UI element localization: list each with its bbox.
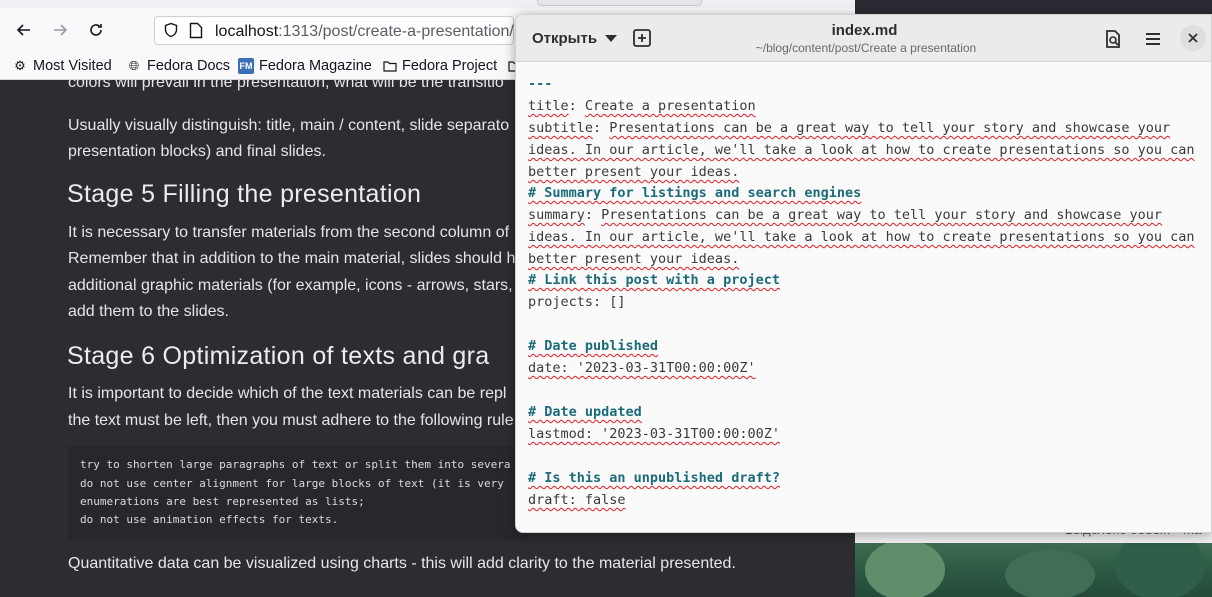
code-line: do not use center alignment for large bl… bbox=[80, 477, 504, 490]
editor-comment-line: # Summary for listings and search engine… bbox=[528, 185, 862, 201]
yaml-key: title bbox=[528, 98, 569, 114]
folder-icon bbox=[383, 61, 397, 72]
paragraph-line: the text must be left, then you must adh… bbox=[68, 412, 514, 429]
paragraph-line: Usually visually distinguish: title, mai… bbox=[68, 117, 510, 134]
bookmark-label: Fedora Magazine bbox=[259, 58, 372, 74]
paragraph-line: It is important to decide which of the t… bbox=[68, 385, 507, 402]
paragraph-line: additional graphic materials (for exampl… bbox=[68, 277, 513, 294]
code-line: enumerations are best represented as lis… bbox=[80, 495, 365, 508]
paragraph-fragment: colors will prevail in the presentation,… bbox=[68, 80, 504, 91]
page-icon[interactable] bbox=[189, 22, 203, 39]
editor-line: subtitle: Presentations can be a great w… bbox=[528, 120, 1171, 136]
paragraph-line: Remember that in addition to the main ma… bbox=[68, 250, 516, 267]
editor-line: draft: false bbox=[528, 492, 626, 508]
document-search-icon bbox=[1106, 30, 1120, 48]
editor-text-area[interactable]: --- title: Create a presentation subtitl… bbox=[516, 62, 1211, 532]
gear-icon: ⚙ bbox=[14, 58, 26, 73]
editor-comment-line: # Date updated bbox=[528, 404, 642, 420]
code-line: try to shorten large paragraphs of text … bbox=[80, 458, 511, 471]
editor-line: ideas. In our article, we'll take a look… bbox=[528, 142, 1195, 158]
editor-headerbar: Открыть index.md ~/blog/content/post/Cre… bbox=[516, 15, 1211, 62]
globe-icon: 🌐︎ bbox=[128, 58, 140, 73]
yaml-value: Presentations can be a great way to tell… bbox=[601, 207, 1162, 223]
url-path: :1313/post/create-a-presentation/ bbox=[278, 23, 514, 40]
paragraph-line: Quantitative data can be visualized usin… bbox=[68, 555, 736, 572]
editor-line: summary: Presentations can be a great wa… bbox=[528, 207, 1162, 223]
editor-line: date: '2023-03-31T00:00:00Z' bbox=[528, 360, 756, 376]
arrow-right-icon bbox=[54, 24, 68, 36]
heading-stage-5: Stage 5 Filling the presentation bbox=[67, 180, 422, 208]
paragraph-line: add them to the slides. bbox=[68, 303, 229, 320]
editor-line: projects: [] bbox=[528, 294, 626, 310]
text-editor-window: Открыть index.md ~/blog/content/post/Cre… bbox=[515, 14, 1212, 533]
editor-line: --- bbox=[528, 76, 553, 92]
back-button[interactable] bbox=[12, 18, 36, 42]
yaml-key: summary bbox=[528, 207, 585, 223]
editor-comment-line: # Date published bbox=[528, 338, 659, 354]
main-menu-button[interactable] bbox=[1140, 26, 1166, 52]
editor-line: better present your ideas. bbox=[528, 164, 740, 180]
reload-button[interactable] bbox=[84, 18, 108, 42]
editor-line: lastmod: '2023-03-31T00:00:00Z' bbox=[528, 426, 780, 442]
bookmark-label: Most Visited bbox=[33, 58, 112, 74]
tab-strip bbox=[0, 0, 855, 8]
yaml-key: subtitle bbox=[528, 120, 594, 136]
editor-comment-line: # Link this post with a project bbox=[528, 272, 780, 288]
document-search-button[interactable] bbox=[1100, 26, 1126, 52]
heading-stage-6: Stage 6 Optimization of texts and gra bbox=[67, 342, 490, 370]
code-block: try to shorten large paragraphs of text … bbox=[68, 446, 528, 540]
arrow-left-icon bbox=[16, 24, 30, 36]
editor-line: ideas. In our article, we'll take a look… bbox=[528, 229, 1195, 245]
editor-line: title: Create a presentation bbox=[528, 98, 756, 114]
bookmark-most-visited[interactable]: ⚙ Most Visited bbox=[12, 56, 112, 76]
bookmark-fedora-project[interactable]: Fedora Project bbox=[383, 56, 497, 76]
url-text[interactable]: localhost:1313/post/create-a-presentatio… bbox=[215, 23, 514, 41]
url-bar[interactable]: localhost:1313/post/create-a-presentatio… bbox=[154, 16, 514, 45]
fedora-magazine-icon: FM bbox=[238, 58, 254, 74]
background-window-strip bbox=[855, 0, 1212, 14]
yaml-value: Create a presentation bbox=[584, 98, 756, 114]
editor-line: better present your ideas. bbox=[528, 251, 740, 267]
close-button[interactable] bbox=[1180, 25, 1206, 51]
yaml-value: Presentations can be a great way to tell… bbox=[609, 120, 1171, 136]
bookmark-fedora-docs[interactable]: 🌐︎ Fedora Docs bbox=[126, 56, 230, 76]
url-host: localhost bbox=[215, 23, 279, 40]
tab-edge[interactable] bbox=[537, 0, 702, 6]
hamburger-menu-icon bbox=[1146, 33, 1160, 45]
forward-button[interactable] bbox=[48, 18, 72, 42]
paragraph-line: It is necessary to transfer materials fr… bbox=[68, 224, 510, 241]
bookmark-label: Fedora Project bbox=[402, 58, 498, 74]
editor-comment-line: # Is this an unpublished draft? bbox=[528, 470, 780, 486]
paragraph-line: presentation blocks) and final slides. bbox=[68, 143, 326, 160]
shield-icon[interactable] bbox=[163, 22, 179, 38]
bookmark-fedora-magazine[interactable]: FM Fedora Magazine bbox=[238, 56, 372, 76]
bookmark-label: Fedora Docs bbox=[147, 58, 231, 74]
code-line: do not use animation effects for texts. bbox=[80, 513, 339, 526]
close-icon bbox=[1188, 33, 1198, 43]
reload-icon bbox=[90, 24, 102, 36]
